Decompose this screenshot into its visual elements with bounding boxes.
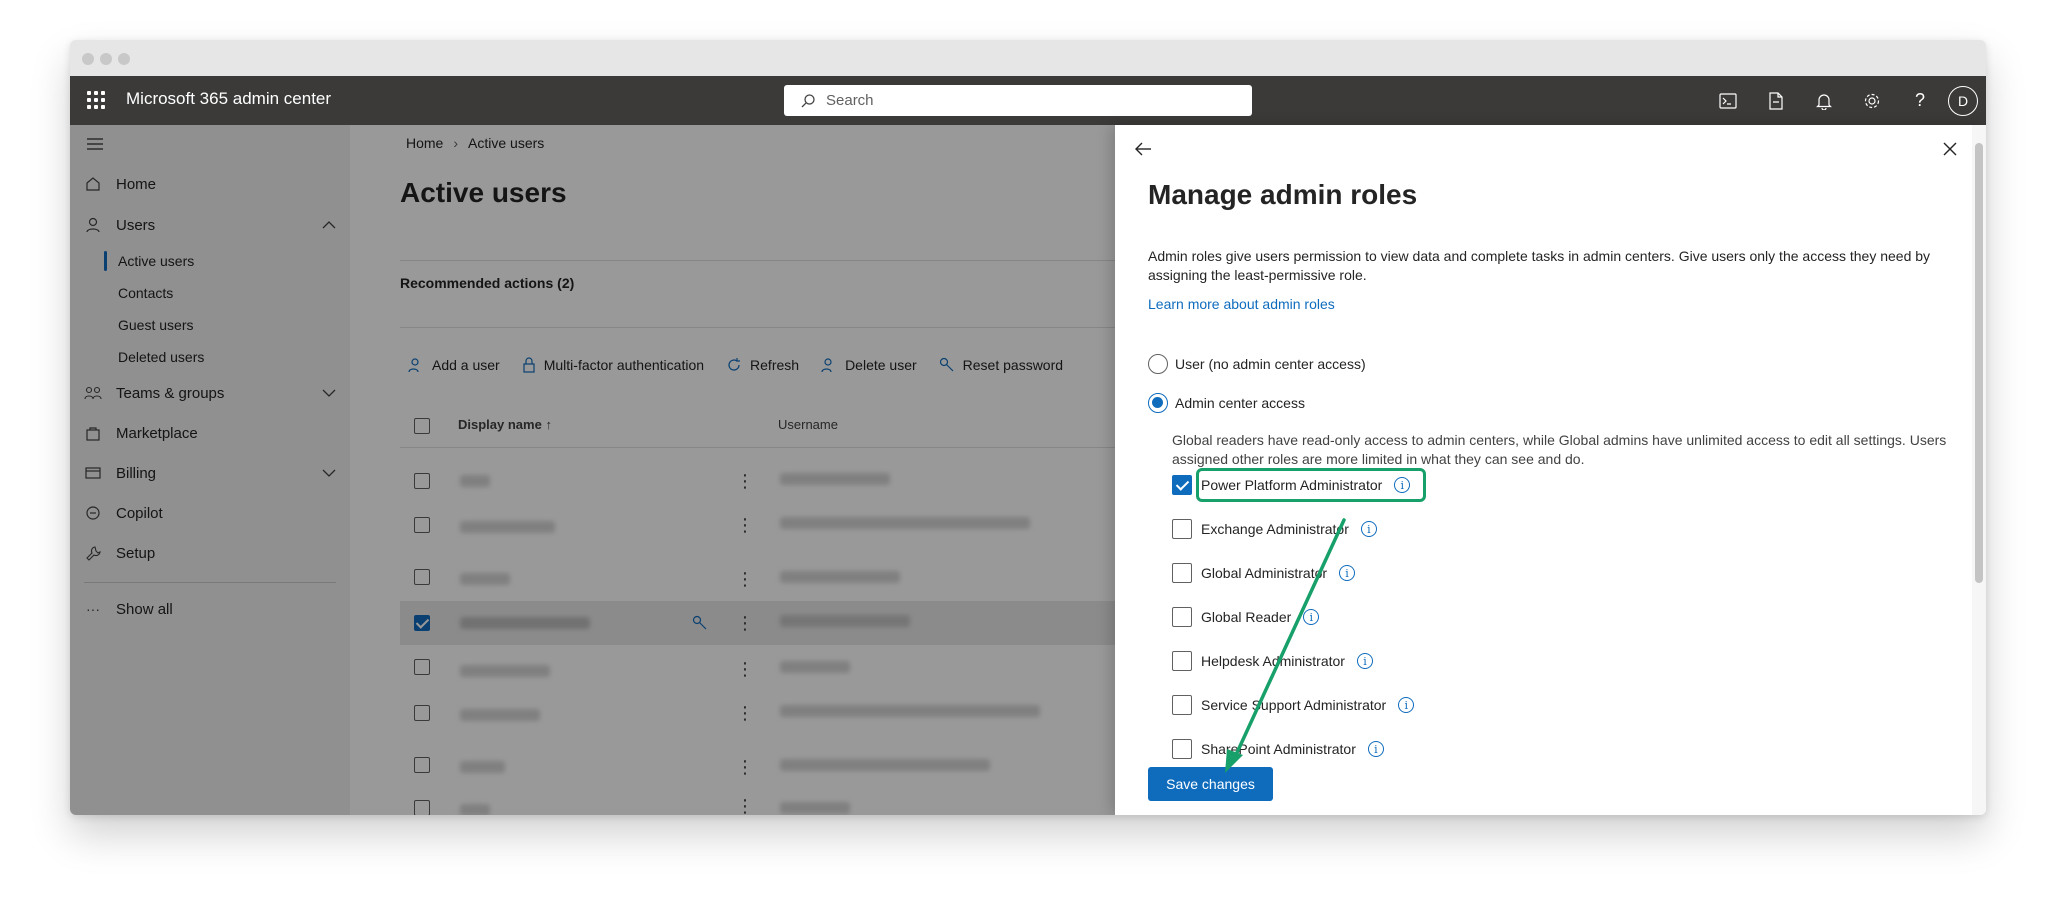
role-checkbox[interactable] xyxy=(1172,519,1192,539)
role-label: Service Support Administrator xyxy=(1201,697,1387,713)
radio-label: User (no admin center access) xyxy=(1175,356,1366,372)
panel-title: Manage admin roles xyxy=(1148,179,1418,210)
role-label: SharePoint Administrator xyxy=(1201,741,1356,757)
terminal-icon[interactable] xyxy=(1704,76,1752,125)
search-placeholder: Search xyxy=(826,92,874,109)
role-label: Helpdesk Administrator xyxy=(1201,653,1345,669)
panel-scrollbar[interactable] xyxy=(1972,125,1986,815)
radio-user-no-access[interactable]: User (no admin center access) xyxy=(1148,354,1366,374)
top-navigation-bar: Microsoft 365 admin center Search ? D xyxy=(70,76,1986,125)
role-global-administrator[interactable]: Global Administrator i xyxy=(1172,561,1356,585)
info-icon[interactable]: i xyxy=(1360,521,1377,537)
window-titlebar xyxy=(70,40,1986,76)
role-global-reader[interactable]: Global Reader i xyxy=(1172,605,1320,629)
info-icon[interactable]: i xyxy=(1367,741,1384,757)
settings-gear-icon[interactable] xyxy=(1848,76,1896,125)
role-helpdesk-administrator[interactable]: Helpdesk Administrator i xyxy=(1172,649,1373,673)
window-close-dot[interactable] xyxy=(82,53,94,65)
radio-admin-center-access[interactable]: Admin center access xyxy=(1148,393,1305,413)
window-minimize-dot[interactable] xyxy=(100,53,112,65)
role-checkbox-checked[interactable] xyxy=(1172,475,1192,495)
role-label: Global Administrator xyxy=(1201,565,1328,581)
role-label: Exchange Administrator xyxy=(1201,521,1349,537)
app-title[interactable]: Microsoft 365 admin center xyxy=(126,89,331,109)
close-icon[interactable] xyxy=(1936,135,1964,163)
scrollbar-thumb[interactable] xyxy=(1975,143,1983,583)
window-maximize-dot[interactable] xyxy=(118,53,130,65)
role-checkbox[interactable] xyxy=(1172,607,1192,627)
role-exchange-administrator[interactable]: Exchange Administrator i xyxy=(1172,517,1377,541)
avatar[interactable]: D xyxy=(1948,85,1978,116)
access-description: Global readers have read-only access to … xyxy=(1172,432,1947,467)
role-checkbox[interactable] xyxy=(1172,695,1192,715)
panel-description: Admin roles give users permission to vie… xyxy=(1148,248,1931,283)
radio-button-selected[interactable] xyxy=(1148,393,1168,413)
manage-admin-roles-panel: Manage admin roles Admin roles give user… xyxy=(1115,125,1986,815)
role-checkbox[interactable] xyxy=(1172,651,1192,671)
app-launcher-icon[interactable] xyxy=(84,88,108,112)
back-arrow-icon[interactable] xyxy=(1129,135,1157,163)
radio-button[interactable] xyxy=(1148,354,1168,374)
save-changes-button[interactable]: Save changes xyxy=(1148,767,1273,801)
browser-window: Microsoft 365 admin center Search ? D Ho… xyxy=(70,40,1986,815)
radio-label: Admin center access xyxy=(1175,395,1305,411)
annotation-highlight-box xyxy=(1196,468,1426,502)
help-icon[interactable]: ? xyxy=(1896,76,1944,125)
document-icon[interactable] xyxy=(1752,76,1800,125)
learn-more-link[interactable]: Learn more about admin roles xyxy=(1148,296,1335,312)
role-sharepoint-administrator[interactable]: SharePoint Administrator i xyxy=(1172,737,1384,761)
info-icon[interactable]: i xyxy=(1339,565,1356,581)
search-box[interactable]: Search xyxy=(784,85,1252,116)
info-icon[interactable]: i xyxy=(1398,697,1415,713)
info-icon[interactable]: i xyxy=(1303,609,1320,625)
role-checkbox[interactable] xyxy=(1172,563,1192,583)
search-icon xyxy=(801,93,815,107)
role-label: Global Reader xyxy=(1201,609,1292,625)
role-checkbox[interactable] xyxy=(1172,739,1192,759)
bell-icon[interactable] xyxy=(1800,76,1848,125)
info-icon[interactable]: i xyxy=(1356,653,1373,669)
role-service-support-administrator[interactable]: Service Support Administrator i xyxy=(1172,693,1415,717)
